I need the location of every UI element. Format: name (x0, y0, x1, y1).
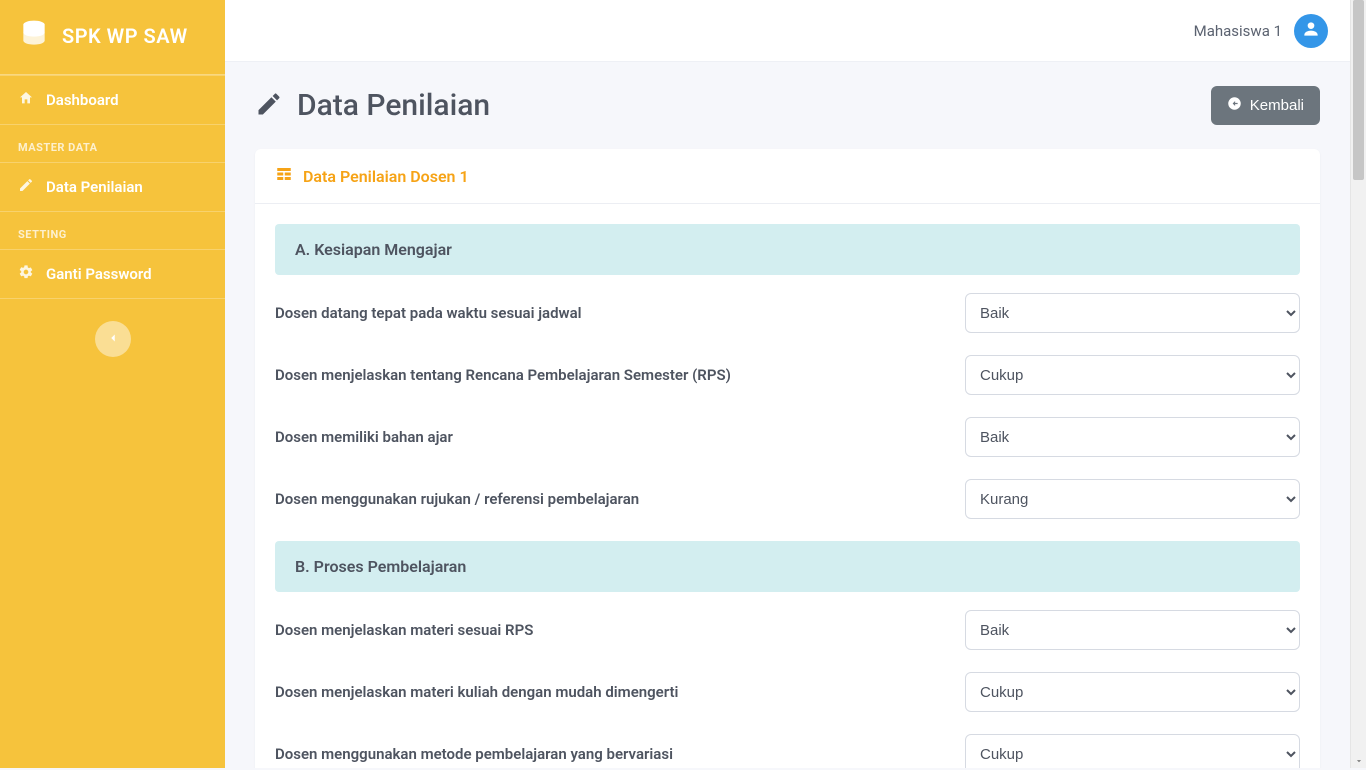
topbar-user-name[interactable]: Mahasiswa 1 (1194, 22, 1282, 40)
form-row: Dosen menjelaskan materi sesuai RPS BaikC… (275, 610, 1300, 650)
gear-icon (18, 264, 34, 284)
sidebar-section-setting: SETTING (0, 212, 225, 249)
form-label: Dosen memiliki bahan ajar (275, 427, 941, 448)
user-icon (1301, 19, 1321, 43)
browser-scrollbar[interactable] (1350, 0, 1366, 768)
rating-select[interactable]: BaikCukupKurang (965, 355, 1300, 395)
sidebar-item-dashboard[interactable]: Dashboard (0, 75, 225, 125)
section-banner: B. Proses Pembelajaran (275, 541, 1300, 592)
card-title: Data Penilaian Dosen 1 (303, 167, 469, 186)
scrollbar-thumb[interactable] (1353, 0, 1364, 180)
sidebar-item-label: Ganti Password (46, 265, 152, 283)
sidebar-collapse-wrap (0, 299, 225, 357)
rating-select[interactable]: BaikCukupKurang (965, 734, 1300, 768)
sidebar-item-data-penilaian[interactable]: Data Penilaian (0, 162, 225, 212)
form-control-wrap: BaikCukupKurang (965, 672, 1300, 712)
back-button[interactable]: Kembali (1211, 86, 1320, 125)
rating-select[interactable]: BaikCukupKurang (965, 293, 1300, 333)
form-row: Dosen memiliki bahan ajar BaikCukupKurang (275, 417, 1300, 457)
user-avatar[interactable] (1294, 14, 1328, 48)
edit-icon (255, 90, 283, 122)
sidebar-collapse-button[interactable] (95, 321, 131, 357)
brand-title: SPK WP SAW (62, 24, 188, 48)
chevron-down-icon (1354, 751, 1364, 770)
form-control-wrap: BaikCukupKurang (965, 479, 1300, 519)
sidebar-item-ganti-password[interactable]: Ganti Password (0, 249, 225, 299)
chevron-left-icon (106, 330, 120, 349)
sidebar-section-master: MASTER DATA (0, 125, 225, 162)
form-label: Dosen datang tepat pada waktu sesuai jad… (275, 303, 941, 324)
form-label: Dosen menjelaskan materi kuliah dengan m… (275, 682, 941, 703)
sidebar: SPK WP SAW Dashboard MASTER DATA Data Pe… (0, 0, 225, 768)
card: Data Penilaian Dosen 1 A. Kesiapan Menga… (255, 149, 1320, 768)
card-header: Data Penilaian Dosen 1 (255, 149, 1320, 204)
content: Data Penilaian Kembali Data Penilaian Do… (225, 62, 1350, 768)
rating-select[interactable]: BaikCukupKurang (965, 479, 1300, 519)
sidebar-item-label: Dashboard (46, 91, 119, 109)
brand[interactable]: SPK WP SAW (0, 0, 225, 75)
form-row: Dosen menggunakan metode pembelajaran ya… (275, 734, 1300, 768)
edit-icon (18, 177, 34, 197)
back-button-label: Kembali (1250, 97, 1304, 114)
form-label: Dosen menjelaskan materi sesuai RPS (275, 620, 941, 641)
form-control-wrap: BaikCukupKurang (965, 293, 1300, 333)
scrollbar-arrow-down[interactable] (1351, 752, 1366, 768)
rating-select[interactable]: BaikCukupKurang (965, 610, 1300, 650)
section-banner: A. Kesiapan Mengajar (275, 224, 1300, 275)
database-icon (18, 18, 50, 54)
page-title: Data Penilaian (297, 88, 490, 123)
form-row: Dosen datang tepat pada waktu sesuai jad… (275, 293, 1300, 333)
form-label: Dosen menggunakan rujukan / referensi pe… (275, 489, 941, 510)
rating-select[interactable]: BaikCukupKurang (965, 672, 1300, 712)
form-control-wrap: BaikCukupKurang (965, 355, 1300, 395)
table-icon (275, 165, 293, 187)
rating-select[interactable]: BaikCukupKurang (965, 417, 1300, 457)
topbar: Mahasiswa 1 (225, 0, 1350, 62)
form-row: Dosen menggunakan rujukan / referensi pe… (275, 479, 1300, 519)
arrow-left-circle-icon (1227, 96, 1242, 115)
card-body: A. Kesiapan Mengajar Dosen datang tepat p… (255, 204, 1320, 768)
form-row: Dosen menjelaskan tentang Rencana Pembel… (275, 355, 1300, 395)
sidebar-item-label: Data Penilaian (46, 178, 143, 196)
form-row: Dosen menjelaskan materi kuliah dengan m… (275, 672, 1300, 712)
form-control-wrap: BaikCukupKurang (965, 734, 1300, 768)
page-header: Data Penilaian Kembali (255, 86, 1320, 125)
form-control-wrap: BaikCukupKurang (965, 417, 1300, 457)
form-label: Dosen menggunakan metode pembelajaran ya… (275, 744, 941, 765)
main: Mahasiswa 1 Data Penilaian Kembali (225, 0, 1350, 768)
form-control-wrap: BaikCukupKurang (965, 610, 1300, 650)
page-header-left: Data Penilaian (255, 88, 490, 123)
home-icon (18, 90, 34, 110)
form-label: Dosen menjelaskan tentang Rencana Pembel… (275, 365, 941, 386)
